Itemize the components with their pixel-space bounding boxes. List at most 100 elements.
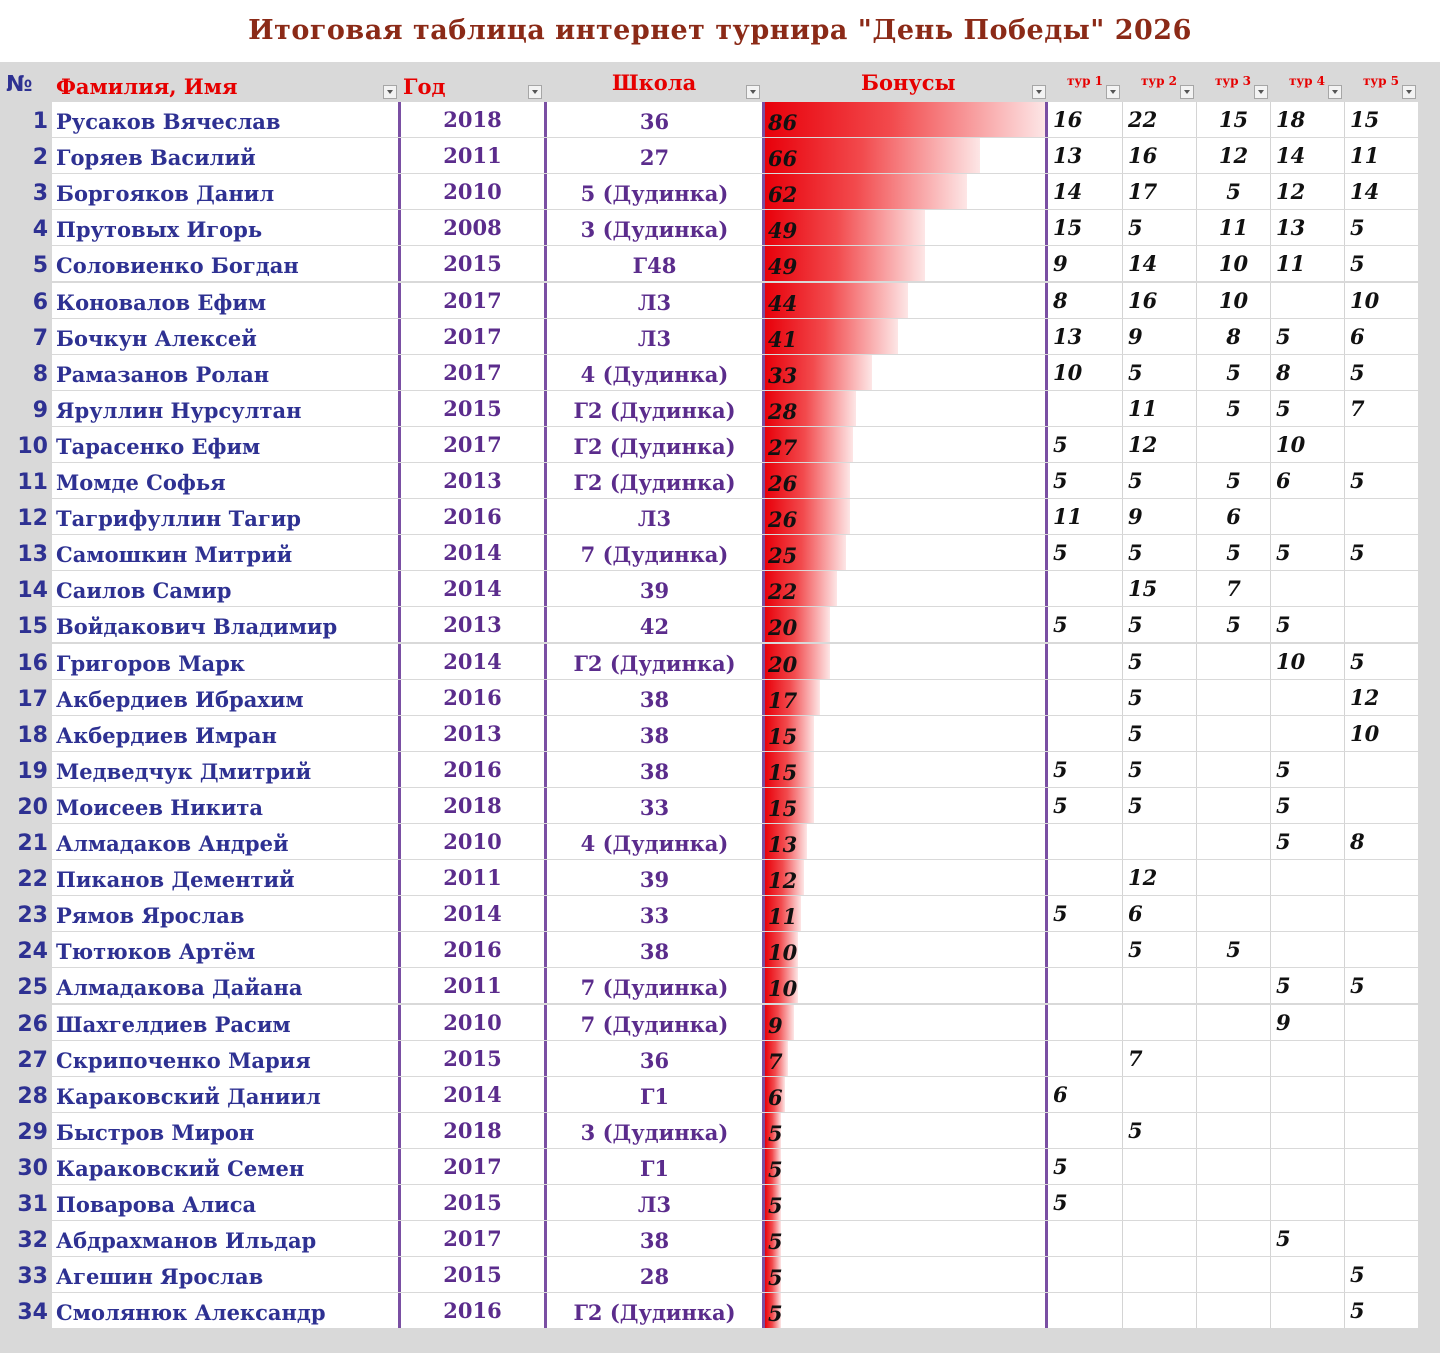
name-cell[interactable]: Коновалов Ефим [52,282,398,318]
tour-2-cell[interactable] [1122,824,1196,859]
year-cell[interactable]: 2013 [398,463,544,498]
school-cell[interactable]: Г2 (Дудинка) [544,1293,762,1329]
tour-4-cell[interactable]: 13 [1270,210,1344,246]
school-cell[interactable]: 38 [544,932,762,968]
tour-4-cell[interactable]: 10 [1270,643,1344,679]
year-cell[interactable]: 2017 [398,318,544,354]
tour-3-cell[interactable]: 5 [1196,932,1270,968]
name-cell[interactable]: Скрипоченко Мария [52,1040,398,1076]
tour-2-cell[interactable]: 12 [1122,860,1196,896]
tour-5-cell[interactable] [1344,426,1418,462]
tour-2-cell[interactable]: 5 [1122,463,1196,498]
tour-1-cell[interactable]: 15 [1048,210,1122,246]
tour-1-cell[interactable]: 13 [1048,318,1122,354]
tour-1-cell[interactable] [1048,1004,1122,1040]
tour-4-cell[interactable] [1270,1112,1344,1148]
year-cell[interactable]: 2018 [398,1112,544,1148]
tour-1-cell[interactable] [1048,390,1122,426]
tour-1-cell[interactable]: 5 [1048,607,1122,643]
name-cell[interactable]: Тютюков Артём [52,932,398,968]
year-cell[interactable]: 2010 [398,174,544,210]
name-cell[interactable]: Тагрифуллин Тагир [52,499,398,535]
school-cell[interactable]: 4 (Дудинка) [544,824,762,859]
name-cell[interactable]: Прутовых Игорь [52,210,398,246]
tour-3-cell[interactable]: 5 [1196,174,1270,210]
year-cell[interactable]: 2015 [398,1257,544,1293]
tour-2-cell[interactable] [1122,1185,1196,1220]
name-cell[interactable]: Пиканов Дементий [52,860,398,896]
tour-4-cell[interactable] [1270,1257,1344,1293]
tour-5-cell[interactable]: 5 [1344,463,1418,498]
tour-3-cell[interactable]: 12 [1196,138,1270,174]
tour-2-cell[interactable]: 16 [1122,282,1196,318]
name-cell[interactable]: Агешин Ярослав [52,1257,398,1293]
name-cell[interactable]: Алмадаков Андрей [52,824,398,859]
school-cell[interactable]: Г1 [544,1076,762,1112]
tour-2-cell[interactable]: 12 [1122,426,1196,462]
name-cell[interactable]: Горяев Василий [52,138,398,174]
tour-4-cell[interactable]: 14 [1270,138,1344,174]
tour-2-cell[interactable] [1122,1293,1196,1329]
tour-3-cell[interactable] [1196,1185,1270,1220]
year-cell[interactable]: 2011 [398,138,544,174]
tour-3-cell[interactable] [1196,643,1270,679]
name-cell[interactable]: Тарасенко Ефим [52,426,398,462]
tour-1-cell[interactable] [1048,968,1122,1004]
tour-5-cell[interactable] [1344,499,1418,535]
bonus-cell[interactable]: 5 [762,1293,1048,1329]
year-cell[interactable]: 2014 [398,643,544,679]
tour-3-cell[interactable] [1196,1040,1270,1076]
tour-3-cell[interactable] [1196,715,1270,751]
school-cell[interactable]: 7 (Дудинка) [544,535,762,571]
bonus-cell[interactable]: 5 [762,1221,1048,1257]
bonus-cell[interactable]: 11 [762,896,1048,932]
tour-3-cell[interactable]: 10 [1196,282,1270,318]
tour-3-cell[interactable] [1196,1293,1270,1329]
name-cell[interactable]: Рямов Ярослав [52,896,398,932]
year-cell[interactable]: 2011 [398,860,544,896]
tour-1-cell[interactable]: 5 [1048,1185,1122,1220]
school-cell[interactable]: 38 [544,715,762,751]
tour-2-cell[interactable]: 6 [1122,896,1196,932]
tour-4-cell[interactable]: 5 [1270,824,1344,859]
tour-1-cell[interactable] [1048,824,1122,859]
school-cell[interactable]: 33 [544,896,762,932]
tour-5-cell[interactable]: 5 [1344,210,1418,246]
tour-2-cell[interactable] [1122,1148,1196,1184]
name-cell[interactable]: Медведчук Дмитрий [52,751,398,787]
school-cell[interactable]: Г2 (Дудинка) [544,426,762,462]
tour-1-cell[interactable] [1048,1257,1122,1293]
tour-4-cell[interactable] [1270,679,1344,715]
tour-2-cell[interactable]: 9 [1122,318,1196,354]
tour-2-cell[interactable]: 5 [1122,679,1196,715]
school-cell[interactable]: Г2 (Дудинка) [544,463,762,498]
tour-3-cell[interactable] [1196,1257,1270,1293]
school-cell[interactable]: 36 [544,102,762,137]
tour-3-cell[interactable] [1196,426,1270,462]
year-cell[interactable]: 2015 [398,390,544,426]
year-cell[interactable]: 2017 [398,1221,544,1257]
year-cell[interactable]: 2014 [398,535,544,571]
tour-5-cell[interactable] [1344,1221,1418,1257]
year-cell[interactable]: 2016 [398,751,544,787]
bonus-cell[interactable]: 49 [762,246,1048,282]
tour-1-cell[interactable]: 5 [1048,896,1122,932]
bonus-cell[interactable]: 66 [762,138,1048,174]
tour-3-cell[interactable]: 5 [1196,390,1270,426]
name-cell[interactable]: Русаков Вячеслав [52,102,398,137]
name-cell[interactable]: Поварова Алиса [52,1185,398,1220]
name-cell[interactable]: Моисеев Никита [52,787,398,823]
name-cell[interactable]: Яруллин Нурсултан [52,390,398,426]
year-cell[interactable]: 2015 [398,246,544,282]
year-cell[interactable]: 2016 [398,932,544,968]
bonus-cell[interactable]: 33 [762,354,1048,390]
filter-dropdown-icon[interactable] [746,85,760,99]
bonus-cell[interactable]: 17 [762,679,1048,715]
bonus-cell[interactable]: 10 [762,932,1048,968]
tour-1-cell[interactable]: 16 [1048,102,1122,137]
year-cell[interactable]: 2008 [398,210,544,246]
tour-4-cell[interactable]: 11 [1270,246,1344,282]
tour-4-cell[interactable]: 5 [1270,607,1344,643]
tour-5-cell[interactable]: 15 [1344,102,1418,137]
tour-4-cell[interactable]: 5 [1270,390,1344,426]
